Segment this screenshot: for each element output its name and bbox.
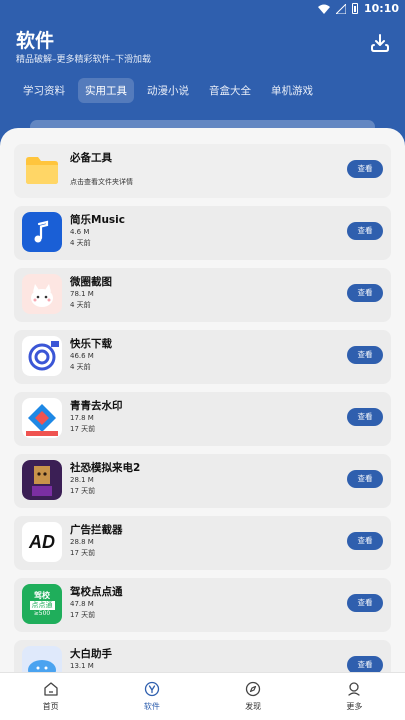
battery-icon [351, 3, 358, 14]
cartoon-cat-icon [22, 274, 62, 314]
app-size: 28.8 M [70, 538, 94, 546]
page-subtitle: 精品破解–更多精彩软件–下滑加载 [16, 55, 152, 65]
list-item[interactable]: 青青去水印 17.8 M 17 天前 查看 [14, 392, 391, 446]
app-store-icon [144, 681, 160, 697]
tab-study[interactable]: 学习资料 [16, 78, 72, 103]
ad-block-icon: AD [22, 522, 62, 562]
app-name: 必备工具 [70, 152, 112, 164]
list-item[interactable]: 社恐模拟来电2 28.1 M 17 天前 查看 [14, 454, 391, 508]
app-size: 46.6 M [70, 352, 94, 360]
tab-games[interactable]: 单机游戏 [264, 78, 320, 103]
view-button[interactable]: 查看 [347, 408, 383, 426]
app-desc: 点击查看文件夹详情 [70, 178, 133, 186]
app-name: 快乐下载 [70, 338, 112, 350]
app-size: 47.8 M [70, 600, 94, 608]
list-item[interactable]: 微圈截图 78.1 M 4 天前 查看 [14, 268, 391, 322]
page-title: 软件 [16, 30, 55, 52]
folder-icon [22, 150, 62, 190]
music-note-icon [22, 212, 62, 252]
cloud-face-icon [22, 646, 62, 672]
app-time: 4 天前 [70, 301, 91, 309]
app-name: 简乐Music [70, 214, 125, 226]
nav-more-label: 更多 [346, 702, 363, 711]
nav-discover-label: 发现 [245, 702, 262, 711]
app-name: 大白助手 [70, 648, 112, 660]
status-bar: 10:10 [0, 0, 405, 20]
list-item[interactable]: 驾校 点点通 ≥500 驾校点点通 47.8 M 17 天前 查看 [14, 578, 391, 632]
app-size: 13.1 M [70, 662, 94, 670]
download-circle-icon [22, 336, 62, 376]
view-button[interactable]: 查看 [347, 284, 383, 302]
category-tabs: 学习资料 实用工具 动漫小说 音盒大全 单机游戏 [16, 78, 320, 103]
download-icon[interactable] [369, 32, 391, 54]
list-item[interactable]: 简乐Music 4.6 M 4 天前 查看 [14, 206, 391, 260]
list-item[interactable]: 快乐下载 46.6 M 4 天前 查看 [14, 330, 391, 384]
nav-home[interactable]: 首页 [0, 673, 101, 720]
signal-icon [335, 3, 346, 14]
profile-icon [348, 682, 361, 696]
view-button[interactable]: 查看 [347, 222, 383, 240]
content-panel: 必备工具 点击查看文件夹详情 查看 简乐Music 4.6 M 4 天前 查看 [0, 128, 405, 672]
app-name: 广告拦截器 [70, 524, 123, 536]
app-time: 4 天前 [70, 239, 91, 247]
app-size: 78.1 M [70, 290, 94, 298]
view-button[interactable]: 查看 [347, 346, 383, 364]
app-time: 4 天前 [70, 363, 91, 371]
app-time: 17 天前 [70, 549, 96, 557]
nav-discover[interactable]: 发现 [203, 673, 304, 720]
view-button[interactable]: 查看 [347, 656, 383, 672]
tab-anime[interactable]: 动漫小说 [140, 78, 196, 103]
ad-block-text: AD [29, 531, 55, 552]
app-list: 必备工具 点击查看文件夹详情 查看 简乐Music 4.6 M 4 天前 查看 [14, 144, 391, 672]
app-size: 28.1 M [70, 476, 94, 484]
home-icon [43, 682, 58, 696]
driving-icon-text-mid: 点点通 [29, 600, 55, 610]
nav-software-label: 软件 [143, 702, 160, 711]
status-time: 10:10 [363, 2, 399, 15]
nav-software[interactable]: 软件 [101, 673, 202, 720]
status-icons: 10:10 [317, 2, 399, 15]
compass-icon [245, 681, 261, 697]
app-size: 4.6 M [70, 228, 90, 236]
tab-tools[interactable]: 实用工具 [78, 78, 134, 103]
box-character-icon [22, 460, 62, 500]
tab-music[interactable]: 音盒大全 [202, 78, 258, 103]
view-button[interactable]: 查看 [347, 532, 383, 550]
view-button[interactable]: 查看 [347, 594, 383, 612]
app-time: 17 天前 [70, 425, 96, 433]
list-item[interactable]: AD 广告拦截器 28.8 M 17 天前 查看 [14, 516, 391, 570]
nav-more[interactable]: 更多 [304, 673, 405, 720]
bottom-nav: 首页 软件 发现 更多 [0, 672, 405, 720]
app-time: 17 天前 [70, 487, 96, 495]
list-item[interactable]: 必备工具 点击查看文件夹详情 查看 [14, 144, 391, 198]
app-size: 17.8 M [70, 414, 94, 422]
app-name: 微圈截图 [70, 276, 112, 288]
wifi-icon [317, 4, 330, 14]
app-time: 17 天前 [70, 611, 96, 619]
driving-icon-text-top: 驾校 [34, 590, 50, 600]
app-name: 社恐模拟来电2 [70, 462, 141, 474]
view-button[interactable]: 查看 [347, 470, 383, 488]
driving-icon-text-bot: ≥500 [33, 609, 51, 617]
view-button[interactable]: 查看 [347, 160, 383, 178]
driving-school-icon: 驾校 点点通 ≥500 [22, 584, 62, 624]
watermark-remover-icon [22, 398, 62, 438]
app-name: 青青去水印 [70, 400, 123, 412]
nav-home-label: 首页 [42, 702, 59, 711]
list-item[interactable]: 大白助手 13.1 M 查看 [14, 640, 391, 672]
app-name: 驾校点点通 [70, 586, 123, 598]
